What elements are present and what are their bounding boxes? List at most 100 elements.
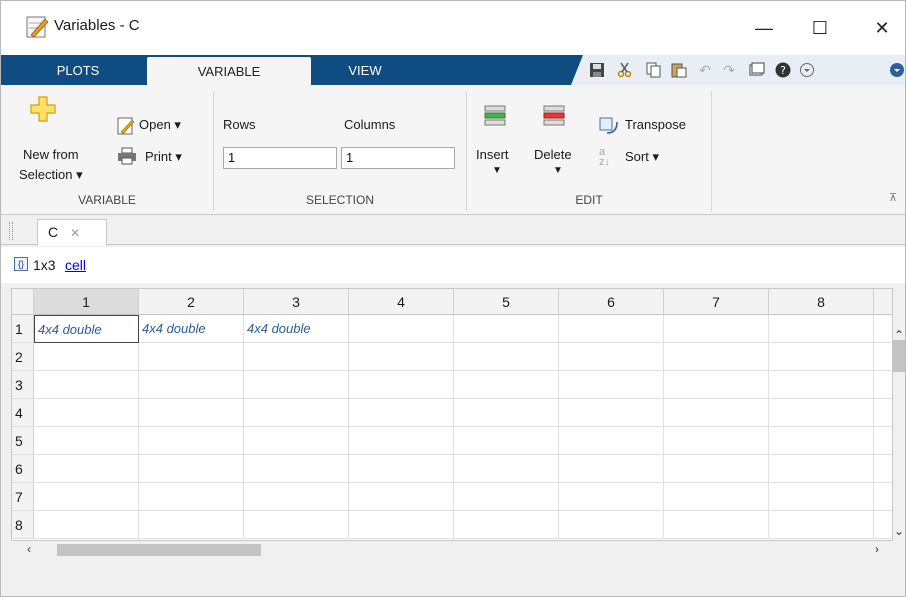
grid-cell[interactable]: [244, 343, 349, 371]
grid-cell[interactable]: [139, 511, 244, 539]
grid-cell[interactable]: [244, 427, 349, 455]
drag-grip-icon[interactable]: [9, 222, 13, 240]
grid-cell[interactable]: [874, 427, 892, 455]
grid-cell[interactable]: [139, 483, 244, 511]
delete-button[interactable]: Delete: [534, 147, 572, 162]
close-tab-icon[interactable]: ✕: [70, 226, 80, 240]
grid-cell[interactable]: [769, 371, 874, 399]
grid-cell[interactable]: 4x4 double: [244, 315, 349, 343]
grid-cell[interactable]: [139, 399, 244, 427]
grid-cell[interactable]: [139, 371, 244, 399]
grid-cell[interactable]: [559, 455, 664, 483]
grid-cell[interactable]: [244, 455, 349, 483]
grid-cell[interactable]: [559, 371, 664, 399]
grid-cell[interactable]: [244, 371, 349, 399]
vertical-scroll-thumb[interactable]: [893, 340, 905, 372]
grid-cell[interactable]: [349, 427, 454, 455]
transpose-button[interactable]: Transpose: [625, 117, 686, 132]
grid-cell[interactable]: [34, 511, 139, 539]
grid-cell[interactable]: [454, 455, 559, 483]
grid-cell[interactable]: [244, 399, 349, 427]
grid-cell[interactable]: [139, 455, 244, 483]
grid-cell[interactable]: [349, 315, 454, 343]
grid-cell[interactable]: [559, 427, 664, 455]
grid-cell[interactable]: [559, 343, 664, 371]
grid-cell[interactable]: [664, 399, 769, 427]
search-docs-dropdown-icon[interactable]: [799, 62, 815, 78]
grid-cell[interactable]: [769, 343, 874, 371]
grid-cell[interactable]: [769, 455, 874, 483]
grid-cell[interactable]: [664, 455, 769, 483]
row-header[interactable]: 6: [12, 455, 34, 483]
grid-cell[interactable]: [454, 399, 559, 427]
new-from-selection-dropdown[interactable]: Selection ▾: [19, 167, 83, 183]
minimize-button[interactable]: —: [741, 1, 787, 55]
insert-button[interactable]: Insert: [476, 147, 509, 162]
grid-cell[interactable]: [349, 399, 454, 427]
row-header[interactable]: 2: [12, 343, 34, 371]
grid-cell[interactable]: [664, 343, 769, 371]
sort-button[interactable]: Sort ▾: [625, 149, 659, 165]
corner-header[interactable]: [12, 289, 34, 315]
grid-cell[interactable]: [874, 315, 892, 343]
grid-cell[interactable]: [769, 511, 874, 539]
horizontal-scrollbar[interactable]: ‹ ›: [11, 541, 893, 559]
grid-cell[interactable]: [559, 511, 664, 539]
grid-cell[interactable]: [874, 371, 892, 399]
row-header[interactable]: 8: [12, 511, 34, 539]
scroll-left-icon[interactable]: ‹: [27, 542, 31, 556]
grid-cell[interactable]: [874, 455, 892, 483]
grid-cell[interactable]: [769, 399, 874, 427]
grid-cell[interactable]: [769, 483, 874, 511]
grid-cell[interactable]: [664, 511, 769, 539]
tab-plots[interactable]: PLOTS: [33, 55, 123, 85]
scroll-right-icon[interactable]: ›: [875, 542, 879, 556]
help-icon[interactable]: ?: [775, 62, 791, 78]
doc-tab-c[interactable]: C ✕: [37, 219, 107, 246]
save-icon[interactable]: [589, 62, 605, 78]
grid-cell[interactable]: [454, 483, 559, 511]
grid-cell[interactable]: [349, 511, 454, 539]
paste-icon[interactable]: [671, 62, 687, 78]
grid-cell[interactable]: [559, 399, 664, 427]
column-header[interactable]: 1: [34, 289, 139, 315]
grid-cell[interactable]: [34, 483, 139, 511]
grid-cell[interactable]: [559, 315, 664, 343]
grid-cell[interactable]: [244, 511, 349, 539]
column-header[interactable]: 7: [664, 289, 769, 315]
grid-cell[interactable]: [349, 371, 454, 399]
grid-cell[interactable]: [34, 427, 139, 455]
grid-cell[interactable]: [349, 455, 454, 483]
grid-cell[interactable]: [664, 371, 769, 399]
insert-dropdown-arrow-icon[interactable]: ▼: [492, 165, 502, 176]
new-from-selection-button[interactable]: New from: [23, 147, 79, 162]
row-header[interactable]: 3: [12, 371, 34, 399]
column-header[interactable]: 8: [769, 289, 874, 315]
grid-cell[interactable]: [874, 511, 892, 539]
tab-variable[interactable]: VARIABLE: [147, 57, 311, 85]
grid-cell[interactable]: [34, 455, 139, 483]
column-header[interactable]: 2: [139, 289, 244, 315]
open-button[interactable]: Open ▾: [139, 117, 181, 133]
grid-cell[interactable]: [139, 343, 244, 371]
grid-cell[interactable]: [874, 343, 892, 371]
undo-icon[interactable]: ↶: [697, 62, 713, 78]
row-header[interactable]: 1: [12, 315, 34, 343]
grid-cell[interactable]: [769, 315, 874, 343]
class-link[interactable]: cell: [65, 257, 86, 273]
column-header[interactable]: 6: [559, 289, 664, 315]
print-button[interactable]: Print ▾: [145, 149, 182, 165]
grid-cell[interactable]: [244, 483, 349, 511]
more-options-icon[interactable]: [889, 62, 905, 78]
grid-cell[interactable]: [349, 483, 454, 511]
grid-cell[interactable]: [454, 315, 559, 343]
grid-cell[interactable]: [34, 343, 139, 371]
row-header[interactable]: 4: [12, 399, 34, 427]
grid-cell[interactable]: 4x4 double: [139, 315, 244, 343]
switch-windows-icon[interactable]: [749, 62, 765, 78]
redo-icon[interactable]: ↷: [721, 62, 737, 78]
collapse-ribbon-icon[interactable]: ⊼: [889, 191, 897, 204]
column-header[interactable]: 4: [349, 289, 454, 315]
grid-cell[interactable]: [664, 427, 769, 455]
new-from-selection-icon[interactable]: [29, 95, 57, 123]
